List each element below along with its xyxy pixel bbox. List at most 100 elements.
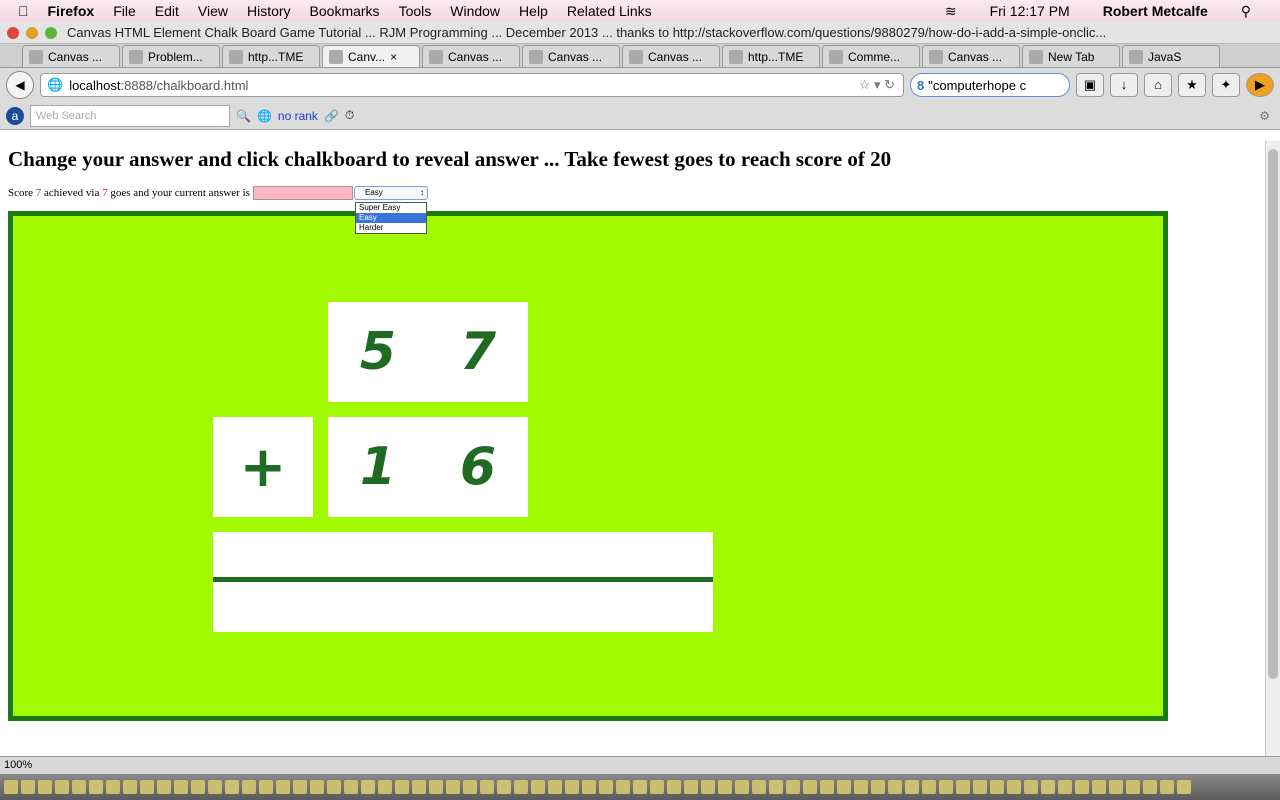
dock-app-icon[interactable] bbox=[1160, 780, 1174, 794]
dock-app-icon[interactable] bbox=[242, 780, 256, 794]
menu-view[interactable]: View bbox=[198, 3, 228, 19]
dock-app-icon[interactable] bbox=[395, 780, 409, 794]
dock-app-icon[interactable] bbox=[650, 780, 664, 794]
dock-app-icon[interactable] bbox=[1024, 780, 1038, 794]
dock-app-icon[interactable] bbox=[888, 780, 902, 794]
dock-app-icon[interactable] bbox=[378, 780, 392, 794]
dock-app-icon[interactable] bbox=[463, 780, 477, 794]
dock-app-icon[interactable] bbox=[276, 780, 290, 794]
dock-app-icon[interactable] bbox=[446, 780, 460, 794]
menu-help[interactable]: Help bbox=[519, 3, 548, 19]
dock-app-icon[interactable] bbox=[1092, 780, 1106, 794]
dock-app-icon[interactable] bbox=[1058, 780, 1072, 794]
option-easy[interactable]: Easy bbox=[356, 213, 426, 223]
menu-file[interactable]: File bbox=[113, 3, 136, 19]
dock-app-icon[interactable] bbox=[38, 780, 52, 794]
dock-app-icon[interactable] bbox=[21, 780, 35, 794]
dock-app-icon[interactable] bbox=[174, 780, 188, 794]
dock-app-icon[interactable] bbox=[582, 780, 596, 794]
home-button[interactable]: ⌂ bbox=[1144, 73, 1172, 97]
gear-icon[interactable]: ⚙ bbox=[1259, 109, 1270, 123]
dock-app-icon[interactable] bbox=[72, 780, 86, 794]
rank-link[interactable]: no rank bbox=[278, 109, 318, 123]
clock[interactable]: Fri 12:17 PM bbox=[990, 3, 1070, 20]
dock-app-icon[interactable] bbox=[531, 780, 545, 794]
dock-app-icon[interactable] bbox=[89, 780, 103, 794]
tab[interactable]: Comme... bbox=[822, 45, 920, 67]
zoom-button[interactable] bbox=[45, 26, 57, 39]
apple-icon[interactable]:  bbox=[18, 3, 29, 19]
tab[interactable]: http...TME bbox=[222, 45, 320, 67]
dock-app-icon[interactable] bbox=[752, 780, 766, 794]
dock-app-icon[interactable] bbox=[361, 780, 375, 794]
dock-app-icon[interactable] bbox=[412, 780, 426, 794]
dock-app-icon[interactable] bbox=[565, 780, 579, 794]
close-tab-icon[interactable]: × bbox=[390, 50, 397, 64]
download-button[interactable]: ↓ bbox=[1110, 73, 1138, 97]
reload-icon[interactable]: ☆ ▾ ↻ bbox=[859, 77, 895, 93]
dock-app-icon[interactable] bbox=[616, 780, 630, 794]
dock-app-icon[interactable] bbox=[1143, 780, 1157, 794]
alexa-icon[interactable]: a bbox=[6, 106, 24, 125]
close-window-button[interactable] bbox=[7, 26, 19, 39]
dock-app-icon[interactable] bbox=[701, 780, 715, 794]
dock-app-icon[interactable] bbox=[803, 780, 817, 794]
user-name[interactable]: Robert Metcalfe bbox=[1103, 3, 1208, 20]
dock-app-icon[interactable] bbox=[667, 780, 681, 794]
dock-app-icon[interactable] bbox=[344, 780, 358, 794]
dock-app-icon[interactable] bbox=[922, 780, 936, 794]
wifi-icon[interactable]: ≋ bbox=[945, 3, 957, 20]
timer-icon[interactable]: ⏱ bbox=[345, 108, 354, 123]
menu-tools[interactable]: Tools bbox=[399, 3, 432, 19]
dock-app-icon[interactable] bbox=[191, 780, 205, 794]
dock-app-icon[interactable] bbox=[480, 780, 494, 794]
dock-app-icon[interactable] bbox=[871, 780, 885, 794]
dock-app-icon[interactable] bbox=[684, 780, 698, 794]
dock-app-icon[interactable] bbox=[293, 780, 307, 794]
dock-app-icon[interactable] bbox=[157, 780, 171, 794]
dock-app-icon[interactable] bbox=[786, 780, 800, 794]
search-box[interactable]: 8 "computerhope c bbox=[910, 73, 1070, 97]
dock-app-icon[interactable] bbox=[1007, 780, 1021, 794]
dock-app-icon[interactable] bbox=[837, 780, 851, 794]
dock-app-icon[interactable] bbox=[548, 780, 562, 794]
dock-app-icon[interactable] bbox=[599, 780, 613, 794]
dock-app-icon[interactable] bbox=[55, 780, 69, 794]
dock-app-icon[interactable] bbox=[718, 780, 732, 794]
dock-app-icon[interactable] bbox=[820, 780, 834, 794]
dock-app-icon[interactable] bbox=[259, 780, 273, 794]
dock-app-icon[interactable] bbox=[310, 780, 324, 794]
answer-input[interactable] bbox=[252, 186, 353, 200]
dock-app-icon[interactable] bbox=[208, 780, 222, 794]
dock-app-icon[interactable] bbox=[4, 780, 18, 794]
dock-app-icon[interactable] bbox=[735, 780, 749, 794]
web-search-input[interactable]: Web Search bbox=[30, 104, 230, 127]
scroll-thumb[interactable] bbox=[1268, 149, 1278, 679]
dock-app-icon[interactable] bbox=[1109, 780, 1123, 794]
url-bar[interactable]: 🌐 localhost:8888/chalkboard.html ☆ ▾ ↻ bbox=[40, 73, 904, 97]
tab[interactable]: New Tab bbox=[1022, 45, 1120, 67]
dock-app-icon[interactable] bbox=[854, 780, 868, 794]
option-harder[interactable]: Harder bbox=[356, 223, 426, 233]
tab[interactable]: Canvas ... bbox=[622, 45, 720, 67]
vertical-scrollbar[interactable] bbox=[1265, 141, 1280, 756]
play-button[interactable]: ▶ bbox=[1246, 73, 1274, 97]
dock-app-icon[interactable] bbox=[514, 780, 528, 794]
magnifier-icon[interactable]: 🔍 bbox=[236, 109, 251, 123]
answer-box[interactable] bbox=[213, 532, 713, 632]
dock-app-icon[interactable] bbox=[1177, 780, 1191, 794]
dock-app-icon[interactable] bbox=[1126, 780, 1140, 794]
difficulty-select[interactable]: Easy ↕ bbox=[354, 186, 428, 200]
tab[interactable]: Canvas ... bbox=[22, 45, 120, 67]
dock-app-icon[interactable] bbox=[1075, 780, 1089, 794]
bookmarks-button[interactable]: ★ bbox=[1178, 73, 1206, 97]
dock-app-icon[interactable] bbox=[990, 780, 1004, 794]
minimize-button[interactable] bbox=[26, 26, 38, 39]
dock-app-icon[interactable] bbox=[905, 780, 919, 794]
dock-app-icon[interactable] bbox=[1041, 780, 1055, 794]
dock-app-icon[interactable] bbox=[327, 780, 341, 794]
dock-app-icon[interactable] bbox=[429, 780, 443, 794]
tab[interactable]: http...TME bbox=[722, 45, 820, 67]
app-menu[interactable]: Firefox bbox=[48, 3, 95, 19]
tab[interactable]: Problem... bbox=[122, 45, 220, 67]
